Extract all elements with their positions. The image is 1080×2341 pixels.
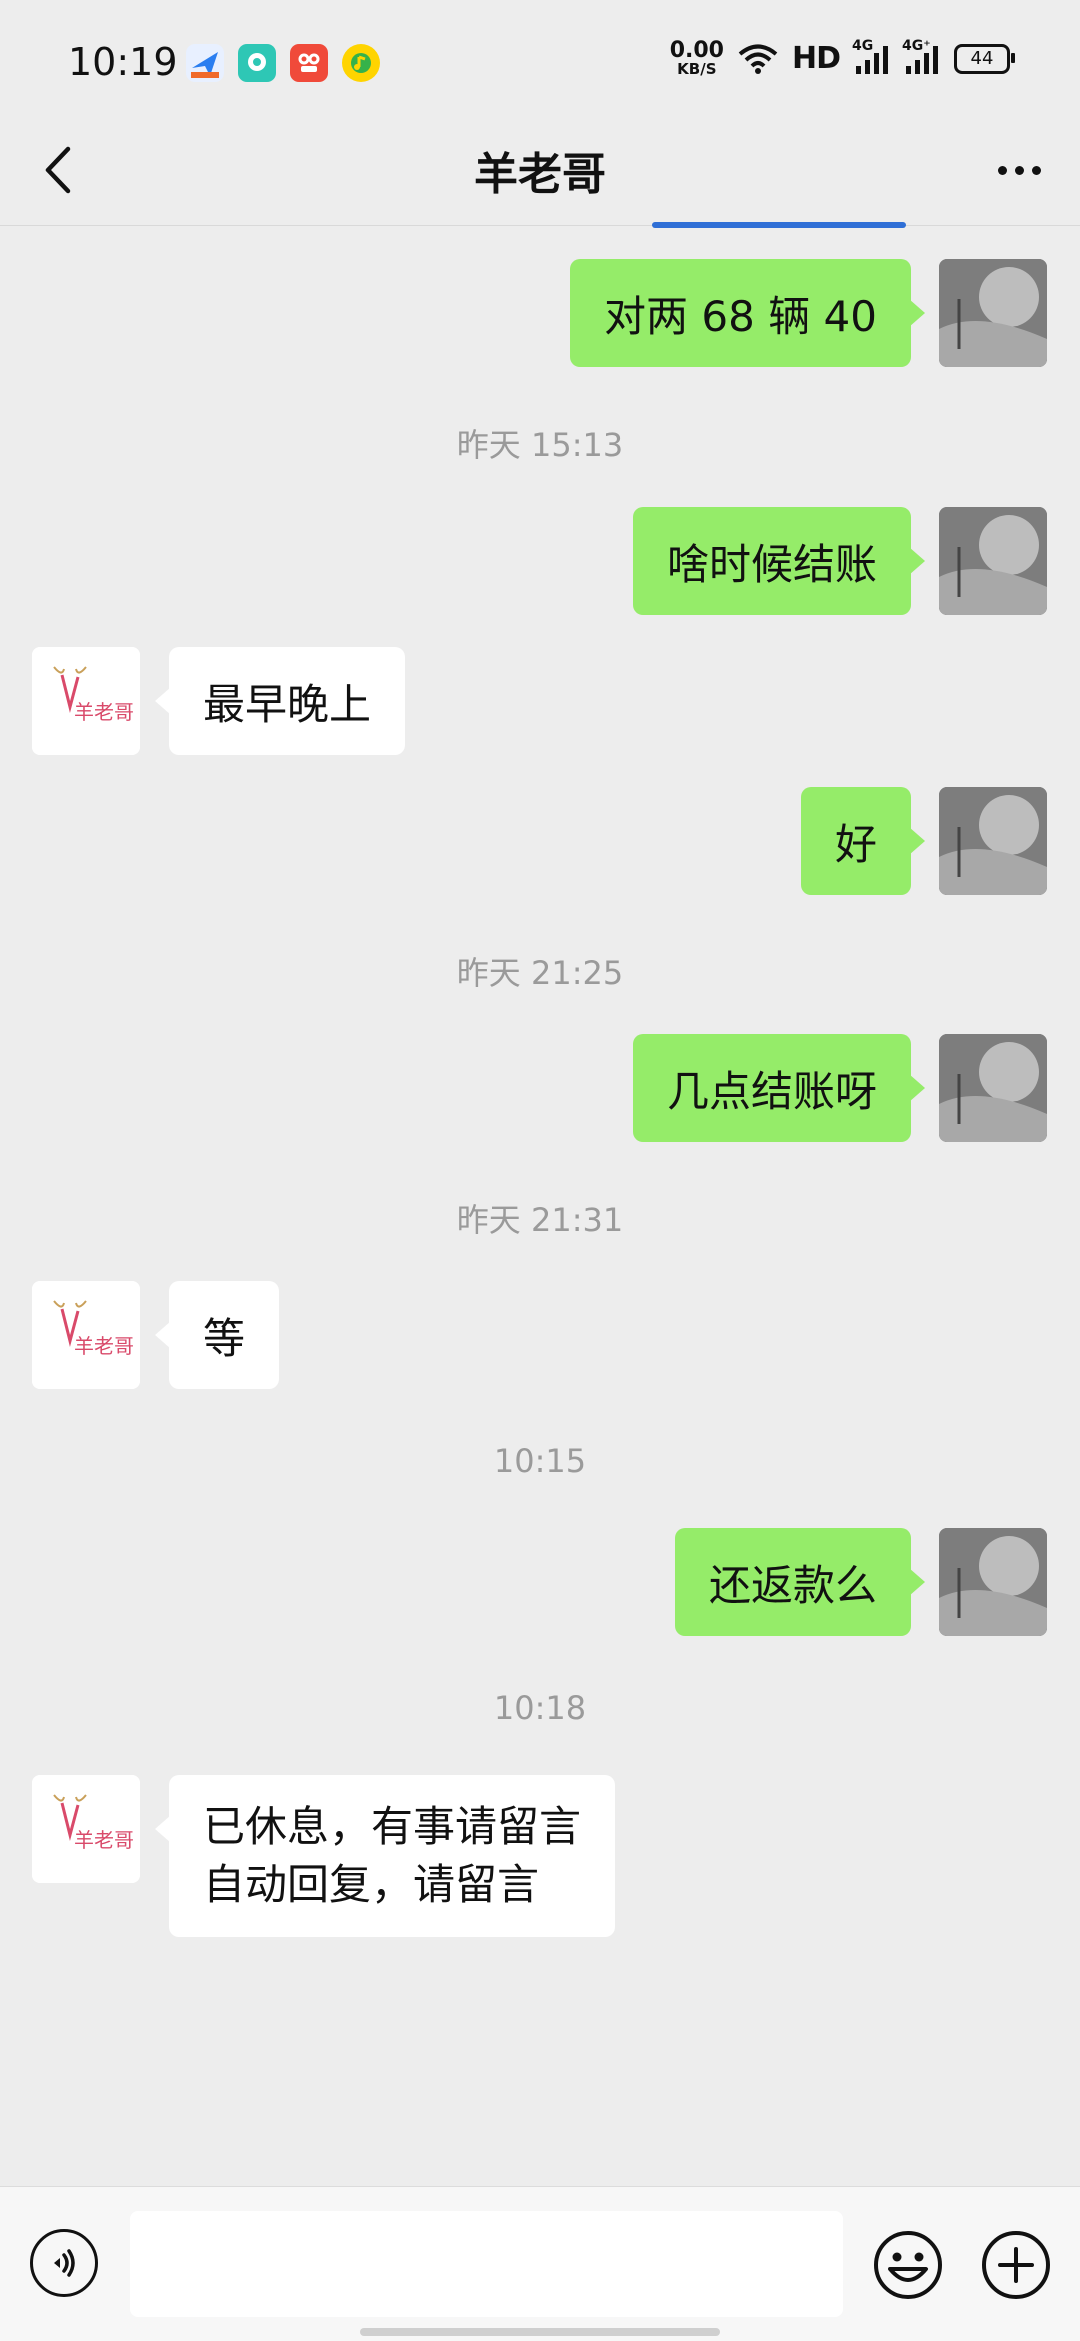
timestamp: 昨天 15:13 <box>456 426 624 464</box>
chat-header: 羊老哥 <box>0 115 1080 226</box>
chat-title: 羊老哥 <box>474 150 606 199</box>
timestamp: 10:18 <box>493 1689 587 1727</box>
input-bar <box>0 2186 1080 2341</box>
back-button[interactable] <box>28 137 88 203</box>
clipped-message-edge <box>652 222 906 228</box>
shopping-app-icon <box>290 44 328 82</box>
svg-text:羊老哥: 羊老哥 <box>74 700 134 724</box>
status-indicators: 0.00 KB/S HD 4G 4G⁺ 44 <box>669 38 1015 78</box>
maps-icon <box>186 44 224 82</box>
contact-avatar[interactable]: 羊老哥 <box>32 647 140 755</box>
sent-message-bubble[interactable]: 还返款么 <box>674 1528 926 1636</box>
self-avatar[interactable] <box>939 1034 1047 1142</box>
self-avatar[interactable] <box>939 1528 1047 1636</box>
received-message-bubble[interactable]: 最早晚上 <box>154 647 406 755</box>
voice-button[interactable] <box>30 2229 98 2297</box>
status-bar: 10:19 0.00 KB/S HD 4G 4G⁺ 44 <box>0 0 1080 130</box>
received-message-bubble[interactable]: 等 <box>154 1281 280 1389</box>
network-hd-label: HD <box>791 41 841 76</box>
sent-message-bubble[interactable]: 几点结账呀 <box>632 1034 926 1142</box>
signal-4g-2-icon: 4G⁺ <box>902 38 940 74</box>
sent-message-bubble[interactable]: 好 <box>800 787 926 895</box>
timestamp: 昨天 21:25 <box>456 954 624 992</box>
emoji-icon <box>874 2231 942 2299</box>
timestamp: 昨天 21:31 <box>456 1201 624 1239</box>
chevron-left-icon <box>45 146 71 194</box>
self-avatar[interactable] <box>939 259 1047 367</box>
network-speed: 0.00 KB/S <box>669 38 724 78</box>
home-indicator[interactable] <box>360 2328 720 2336</box>
wifi-icon <box>738 44 778 74</box>
more-dots-icon <box>997 165 1007 175</box>
chat-app-icon <box>238 44 276 82</box>
self-avatar[interactable] <box>939 507 1047 615</box>
more-button[interactable] <box>984 145 1054 195</box>
self-avatar[interactable] <box>939 787 1047 895</box>
status-time: 10:19 <box>68 40 178 84</box>
message-line: 已休息，有事请留言 <box>203 1802 582 1851</box>
message-input[interactable] <box>130 2211 843 2317</box>
status-app-icons <box>186 44 380 82</box>
battery-icon: 44 <box>954 43 1015 74</box>
received-message-bubble[interactable]: 已休息，有事请留言 自动回复，请留言 <box>154 1775 616 1937</box>
plus-icon <box>982 2231 1050 2299</box>
voice-icon <box>54 2249 75 2277</box>
more-actions-button[interactable] <box>980 2229 1052 2301</box>
contact-avatar[interactable]: 羊老哥 <box>32 1775 140 1883</box>
sent-message-bubble[interactable]: 啥时候结账 <box>632 507 926 615</box>
timestamp: 10:15 <box>493 1442 587 1480</box>
music-app-icon <box>342 44 380 82</box>
svg-text:羊老哥: 羊老哥 <box>74 1828 134 1852</box>
sent-message-bubble[interactable]: 对两 68 辆 40 <box>570 259 925 367</box>
signal-4g-1-icon: 4G <box>852 38 890 74</box>
svg-text:羊老哥: 羊老哥 <box>74 1334 134 1358</box>
contact-avatar[interactable]: 羊老哥 <box>32 1281 140 1389</box>
emoji-button[interactable] <box>872 2229 944 2301</box>
message-line: 自动回复，请留言 <box>203 1860 540 1909</box>
